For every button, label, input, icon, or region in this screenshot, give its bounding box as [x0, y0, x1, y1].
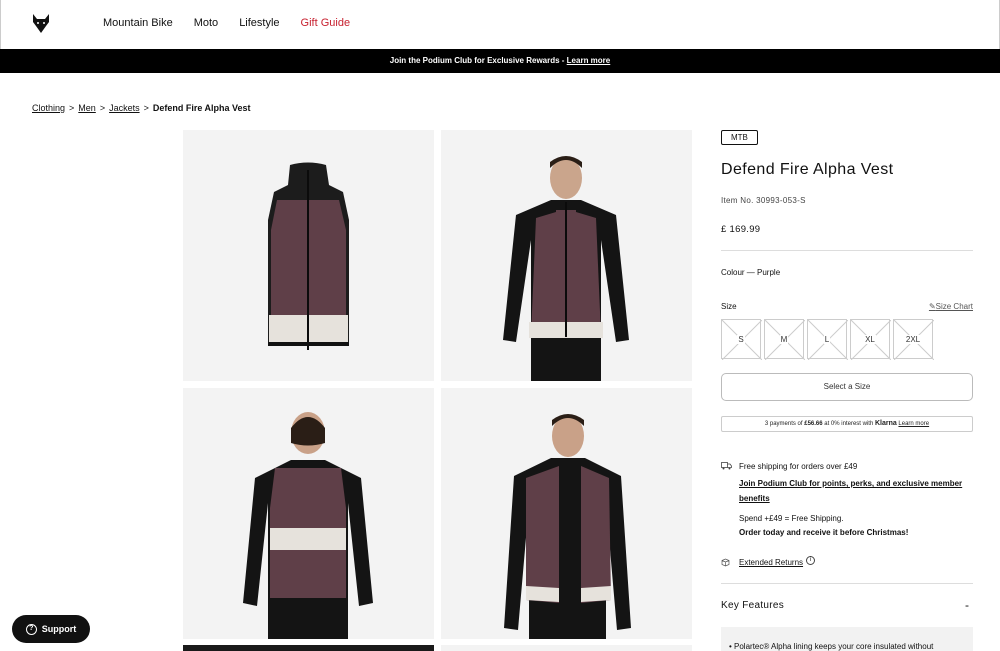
truck-icon — [721, 462, 732, 470]
size-option-label: M — [779, 334, 789, 344]
nav-lifestyle[interactable]: Lifestyle — [239, 17, 279, 29]
nav-mountain-bike[interactable]: Mountain Bike — [103, 17, 173, 29]
product-price: £ 169.99 — [721, 224, 761, 235]
product-title: Defend Fire Alpha Vest — [721, 161, 894, 178]
size-option-label: XL — [864, 334, 876, 344]
order-deadline-text: Order today and receive it before Christ… — [739, 528, 909, 537]
product-image-model-back[interactable] — [183, 388, 434, 639]
podium-club-link[interactable]: Join Podium Club for points, perks, and … — [739, 476, 973, 506]
key-features-toggle[interactable]: - — [965, 598, 969, 612]
box-icon — [721, 558, 730, 567]
klarna-mid: at 0% interest with — [822, 421, 875, 427]
ruler-icon: ✎ — [928, 302, 936, 311]
item-number: Item No. 30993-053-S — [721, 196, 806, 205]
product-image-model-front[interactable] — [441, 130, 692, 381]
breadcrumb-separator: > — [143, 103, 149, 113]
nav-gift-guide[interactable]: Gift Guide — [301, 17, 351, 29]
colour-label: Colour — Purple — [721, 268, 781, 277]
key-features-heading[interactable]: Key Features — [721, 600, 784, 611]
size-label: Size — [721, 302, 737, 311]
breadcrumb-clothing[interactable]: Clothing — [32, 103, 65, 113]
breadcrumb-current: Defend Fire Alpha Vest — [152, 103, 251, 113]
breadcrumb-separator: > — [99, 103, 106, 113]
fox-logo-icon[interactable] — [31, 12, 51, 34]
free-shipping-text: Free shipping for orders over £49 — [739, 462, 858, 471]
product-image-model-open[interactable] — [441, 388, 692, 639]
size-options: S M L XL 2XL — [721, 319, 934, 360]
help-icon: ? — [25, 623, 37, 635]
product-image-6[interactable] — [441, 645, 692, 651]
klarna-logo: Klarna — [874, 420, 897, 427]
nav-moto[interactable]: Moto — [194, 17, 218, 29]
breadcrumb: Clothing > Men > Jackets > Defend Fire A… — [32, 103, 251, 113]
key-feature-item: • Polartec® Alpha lining keeps your core… — [729, 642, 934, 651]
support-button[interactable]: ? Support — [12, 615, 90, 643]
extended-returns-link[interactable]: Extended Returns — [739, 558, 803, 567]
size-option-l[interactable]: L — [807, 319, 848, 360]
select-size-button[interactable]: Select a Size — [721, 373, 973, 401]
breadcrumb-jackets[interactable]: Jackets — [109, 103, 140, 113]
size-chart-link[interactable]: ✎Size Chart — [929, 302, 973, 311]
main-nav: Mountain Bike Moto Lifestyle Gift Guide — [103, 17, 350, 29]
spend-text: Spend +£49 = Free Shipping. — [739, 514, 844, 523]
promo-bar: Join the Podium Club for Exclusive Rewar… — [0, 49, 1000, 73]
klarna-pre: 3 payments of — [764, 421, 805, 427]
divider — [721, 250, 973, 251]
breadcrumb-men[interactable]: Men — [78, 103, 96, 113]
product-image-5[interactable] — [183, 645, 434, 651]
size-option-s[interactable]: S — [721, 319, 762, 360]
breadcrumb-separator: > — [69, 103, 75, 113]
info-icon[interactable]: i — [806, 556, 815, 565]
promo-text: Join the Podium Club for Exclusive Rewar… — [389, 56, 567, 65]
size-option-m[interactable]: M — [764, 319, 805, 360]
site-header: Mountain Bike Moto Lifestyle Gift Guide — [0, 0, 1000, 49]
size-option-label: 2XL — [904, 334, 922, 344]
support-label: Support — [41, 624, 77, 634]
klarna-banner: 3 payments of £56.66 at 0% interest with… — [721, 416, 973, 432]
size-option-label: L — [823, 334, 831, 344]
divider — [721, 583, 973, 584]
size-option-2xl[interactable]: 2XL — [893, 319, 934, 360]
promo-learn-more-link[interactable]: Learn more — [567, 56, 611, 65]
klarna-amount: £56.66 — [804, 421, 823, 427]
size-option-xl[interactable]: XL — [850, 319, 891, 360]
size-option-label: S — [737, 334, 745, 344]
category-badge: MTB — [721, 130, 758, 145]
klarna-learn-more-link[interactable]: Learn more — [898, 421, 929, 427]
size-chart-label: Size Chart — [935, 302, 973, 311]
product-image-front[interactable] — [183, 130, 434, 381]
